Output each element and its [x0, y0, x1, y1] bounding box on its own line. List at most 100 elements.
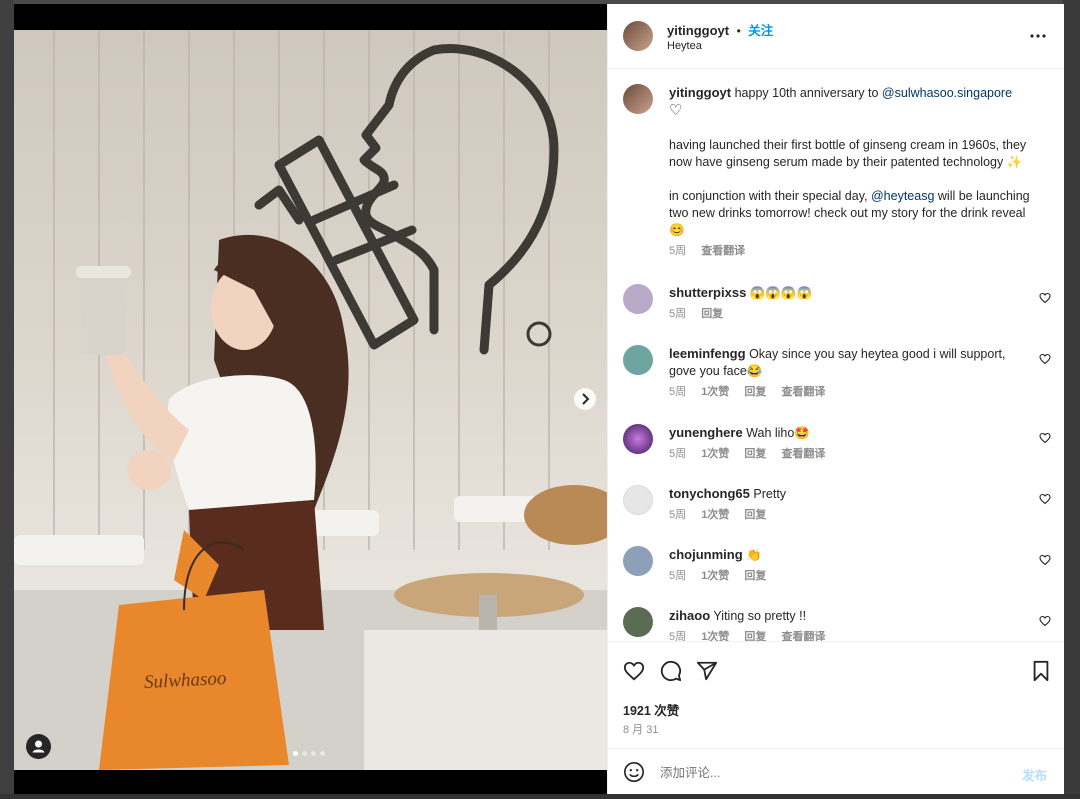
add-comment-bar: 发布 — [608, 748, 1064, 795]
commenter-avatar[interactable] — [623, 345, 653, 375]
comment-input[interactable] — [658, 761, 962, 785]
location-link[interactable]: Heytea — [667, 40, 702, 52]
comment-time: 5周 — [669, 386, 687, 398]
comment-likes[interactable]: 1次赞 — [701, 631, 729, 641]
carousel-dot — [320, 751, 325, 756]
backdrop-feed — [1063, 0, 1080, 799]
commenter-avatar[interactable] — [623, 607, 653, 637]
reply-link[interactable]: 回复 — [701, 308, 723, 320]
post-photo[interactable]: Sulwhasoo — [14, 4, 607, 794]
photo-scene: Sulwhasoo — [14, 30, 607, 770]
comment-likes[interactable]: 1次赞 — [701, 509, 729, 521]
author-avatar[interactable] — [623, 21, 653, 51]
comment-time: 5周 — [669, 308, 687, 320]
caption-mention[interactable]: @heyteasg — [871, 189, 934, 203]
caption-avatar[interactable] — [623, 84, 653, 114]
like-comment-heart-icon[interactable] — [1039, 493, 1051, 505]
likes-count[interactable]: 1921 次赞 — [623, 700, 679, 719]
caption-time: 5周 — [669, 245, 687, 257]
author-username[interactable]: yitinggoyt — [667, 23, 729, 38]
caption-body: yitinggoyt happy 10th anniversary to @su… — [669, 84, 1039, 260]
comment-text: Pretty — [753, 487, 787, 501]
comment-likes[interactable]: 1次赞 — [701, 448, 729, 460]
post-side-panel: yitinggoyt • 关注 Heytea yitinggoyt happy … — [607, 4, 1064, 794]
comment-time: 5周 — [669, 448, 687, 460]
caption-text: happy 10th anniversary to — [734, 86, 879, 100]
reply-link[interactable]: 回复 — [744, 386, 766, 398]
commenter-avatar[interactable] — [623, 284, 653, 314]
comment-body: chojunming 👏 5周 1次赞 回复 — [669, 546, 1029, 585]
like-comment-heart-icon[interactable] — [1039, 292, 1051, 304]
translate-link[interactable]: 查看翻译 — [781, 386, 825, 398]
comment-time: 5周 — [669, 570, 687, 582]
translate-link[interactable]: 查看翻译 — [701, 245, 745, 257]
post-header: yitinggoyt • 关注 Heytea — [608, 4, 1064, 69]
comment-time: 5周 — [669, 631, 687, 641]
comment-text: Yiting so pretty !! — [713, 609, 807, 623]
commenter-username[interactable]: chojunming — [669, 547, 743, 562]
commenter-avatar[interactable] — [623, 485, 653, 515]
comment-body: yunenghere Wah liho🤩 5周 1次赞 回复 查看翻译 — [669, 424, 1029, 463]
follow-button[interactable]: 关注 — [748, 24, 773, 38]
share-icon[interactable] — [696, 660, 718, 682]
caption-paragraph: in conjunction with their special day, @… — [669, 189, 1030, 237]
comment-body: shutterpixss 😱😱😱😱 5周 回复 — [669, 284, 1029, 323]
next-photo-button[interactable] — [574, 388, 596, 410]
comment-meta: 5周 1次赞 回复 查看翻译 — [669, 446, 1029, 463]
chevron-right-icon — [574, 388, 596, 410]
post-actions: 1921 次赞 8 月 31 — [608, 641, 1064, 762]
commenter-username[interactable]: leeminfengg — [669, 346, 746, 361]
commenter-avatar[interactable] — [623, 424, 653, 454]
comment-text: 😱😱😱😱 — [749, 286, 813, 300]
comment-likes[interactable]: 1次赞 — [701, 386, 729, 398]
like-comment-heart-icon[interactable] — [1039, 615, 1051, 627]
more-icon — [1026, 26, 1050, 46]
like-comment-heart-icon[interactable] — [1039, 554, 1051, 566]
comment-icon[interactable] — [660, 660, 682, 682]
separator-dot: • — [736, 24, 741, 38]
caption-heart: ♡ — [669, 102, 683, 119]
translate-link[interactable]: 查看翻译 — [781, 631, 825, 641]
like-comment-heart-icon[interactable] — [1039, 432, 1051, 444]
more-options-button[interactable] — [1026, 26, 1050, 46]
comment-body: tonychong65 Pretty 5周 1次赞 回复 — [669, 485, 1029, 524]
comment-meta: 5周 回复 — [669, 306, 1029, 323]
comment-time: 5周 — [669, 509, 687, 521]
carousel-dot-active — [293, 751, 298, 756]
user-tag-button[interactable] — [26, 734, 51, 759]
commenter-username[interactable]: zihaoo — [669, 608, 710, 623]
comment-meta: 5周 1次赞 回复 查看翻译 — [669, 629, 1029, 641]
commenter-username[interactable]: tonychong65 — [669, 486, 750, 501]
comment-text: Wah liho🤩 — [746, 426, 810, 440]
caption-mention[interactable]: @sulwhasoo.singapore — [882, 86, 1012, 100]
commenter-avatar[interactable] — [623, 546, 653, 576]
reply-link[interactable]: 回复 — [744, 570, 766, 582]
post-comment-button[interactable]: 发布 — [1022, 765, 1047, 784]
commenter-username[interactable]: yunenghere — [669, 425, 743, 440]
bookmark-icon[interactable] — [1030, 660, 1052, 682]
translate-link[interactable]: 查看翻译 — [781, 448, 825, 460]
carousel-indicator — [293, 751, 329, 757]
comment-text: 👏 — [746, 548, 762, 562]
comment-body: leeminfengg Okay since you say heytea go… — [669, 345, 1029, 401]
reply-link[interactable]: 回复 — [744, 631, 766, 641]
emoji-icon[interactable] — [623, 761, 645, 783]
carousel-dot — [302, 751, 307, 756]
caption-username[interactable]: yitinggoyt — [669, 85, 731, 100]
commenter-username[interactable]: shutterpixss — [669, 285, 746, 300]
comment-likes[interactable]: 1次赞 — [701, 570, 729, 582]
caption-paragraph: having launched their first bottle of gi… — [669, 138, 1027, 169]
caption-meta: 5周 查看翻译 — [669, 243, 1039, 260]
comments-list[interactable]: yitinggoyt happy 10th anniversary to @su… — [608, 69, 1064, 641]
carousel-dot — [311, 751, 316, 756]
comment-meta: 5周 1次赞 回复 — [669, 568, 1029, 585]
backdrop-feed — [0, 0, 14, 799]
post-date[interactable]: 8 月 31 — [623, 721, 658, 737]
reply-link[interactable]: 回复 — [744, 448, 766, 460]
heart-icon[interactable] — [623, 660, 645, 682]
comment-meta: 5周 1次赞 回复 查看翻译 — [669, 384, 1029, 401]
user-tag-icon — [26, 734, 51, 759]
reply-link[interactable]: 回复 — [744, 509, 766, 521]
comment-meta: 5周 1次赞 回复 — [669, 507, 1029, 524]
like-comment-heart-icon[interactable] — [1039, 353, 1051, 365]
